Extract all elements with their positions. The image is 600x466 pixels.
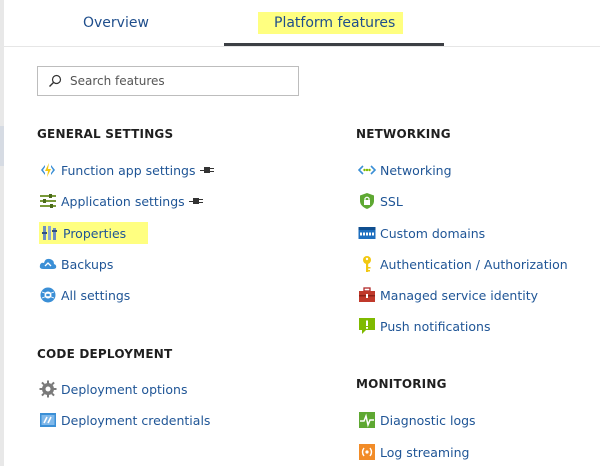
properties-link[interactable]: Properties <box>39 222 149 244</box>
ssl-link[interactable]: SSL <box>358 190 403 212</box>
networking-label: Networking <box>380 162 452 178</box>
custom-domains-label: Custom domains <box>380 225 486 241</box>
tab-overview[interactable]: Overview <box>83 15 149 31</box>
www-icon <box>358 224 376 242</box>
cloud-backup-icon <box>39 255 57 273</box>
bolt-icon <box>39 161 57 179</box>
properties-label: Properties <box>63 225 127 241</box>
monitoring-heading: MONITORING <box>356 377 447 391</box>
backups-link[interactable]: Backups <box>39 253 113 275</box>
globe-gear-icon <box>39 286 57 304</box>
managed-service-identity-link[interactable]: Managed service identity <box>358 284 538 306</box>
networking-heading: NETWORKING <box>356 127 451 141</box>
notification-icon <box>358 317 376 335</box>
application-settings-link[interactable]: Application settings <box>39 190 203 212</box>
plug-icon <box>188 198 203 204</box>
deployment-options-label: Deployment options <box>61 381 188 397</box>
log-streaming-link[interactable]: Log streaming <box>358 441 469 463</box>
application-settings-label: Application settings <box>61 193 185 209</box>
all-settings-label: All settings <box>61 287 131 303</box>
search-box[interactable] <box>37 66 299 96</box>
managed-service-identity-label: Managed service identity <box>380 287 539 303</box>
code-deployment-heading: CODE DEPLOYMENT <box>37 347 173 361</box>
diagnostic-logs-label: Diagnostic logs <box>380 412 476 428</box>
deployment-options-link[interactable]: Deployment options <box>39 378 187 400</box>
diagnostic-icon <box>358 411 376 429</box>
all-settings-link[interactable]: All settings <box>39 284 130 306</box>
push-notifications-label: Push notifications <box>380 318 491 334</box>
deployment-credentials-label: Deployment credentials <box>61 412 211 428</box>
properties-highlight: Properties <box>39 222 149 244</box>
function-app-settings-link[interactable]: Function app settings <box>39 159 214 181</box>
search-icon <box>49 74 62 87</box>
push-notifications-link[interactable]: Push notifications <box>358 315 490 337</box>
network-icon <box>358 161 376 179</box>
ssl-label: SSL <box>380 193 403 209</box>
function-app-settings-label: Function app settings <box>61 162 196 178</box>
authentication-authorization-link[interactable]: Authentication / Authorization <box>358 253 568 275</box>
plug-icon <box>199 167 214 173</box>
general-settings-heading: GENERAL SETTINGS <box>37 127 174 141</box>
log-streaming-icon <box>358 443 376 461</box>
networking-link[interactable]: Networking <box>358 159 452 181</box>
sliders-icon <box>39 192 57 210</box>
left-gutter-marker <box>0 126 4 166</box>
authentication-authorization-label: Authentication / Authorization <box>380 256 568 272</box>
diagnostic-logs-link[interactable]: Diagnostic logs <box>358 409 476 431</box>
toolbox-icon <box>358 286 376 304</box>
backups-label: Backups <box>61 256 114 272</box>
properties-icon <box>41 224 59 242</box>
gear-icon <box>39 380 57 398</box>
left-gutter <box>0 0 4 466</box>
key-icon <box>358 255 376 273</box>
tab-platform-features[interactable]: Platform features <box>258 12 404 34</box>
log-streaming-label: Log streaming <box>380 444 470 460</box>
custom-domains-link[interactable]: Custom domains <box>358 222 485 244</box>
lock-icon <box>358 192 376 210</box>
credentials-icon <box>39 411 57 429</box>
tab-divider <box>4 46 600 47</box>
deployment-credentials-link[interactable]: Deployment credentials <box>39 409 210 431</box>
search-input[interactable] <box>70 72 290 90</box>
